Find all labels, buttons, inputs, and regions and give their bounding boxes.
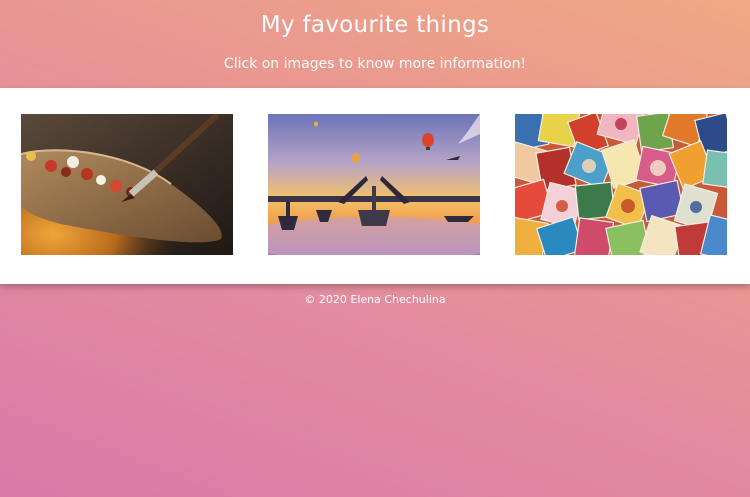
copyright-text: © 2020 Elena Chechulina: [304, 293, 446, 306]
page-subtitle: Click on images to know more information…: [223, 56, 527, 72]
bridge-image: [268, 114, 480, 255]
stamps-image: [515, 114, 727, 255]
page-header: My favourite things Click on images to k…: [0, 0, 750, 88]
gallery-image-bridge[interactable]: [268, 114, 480, 255]
gallery-image-painting[interactable]: [21, 114, 233, 255]
page-footer: © 2020 Elena Chechulina: [0, 293, 750, 306]
gallery-image-stamps[interactable]: [515, 114, 727, 255]
image-gallery: [0, 88, 750, 284]
painting-image: [21, 114, 233, 255]
page-title: My favourite things: [260, 12, 490, 38]
